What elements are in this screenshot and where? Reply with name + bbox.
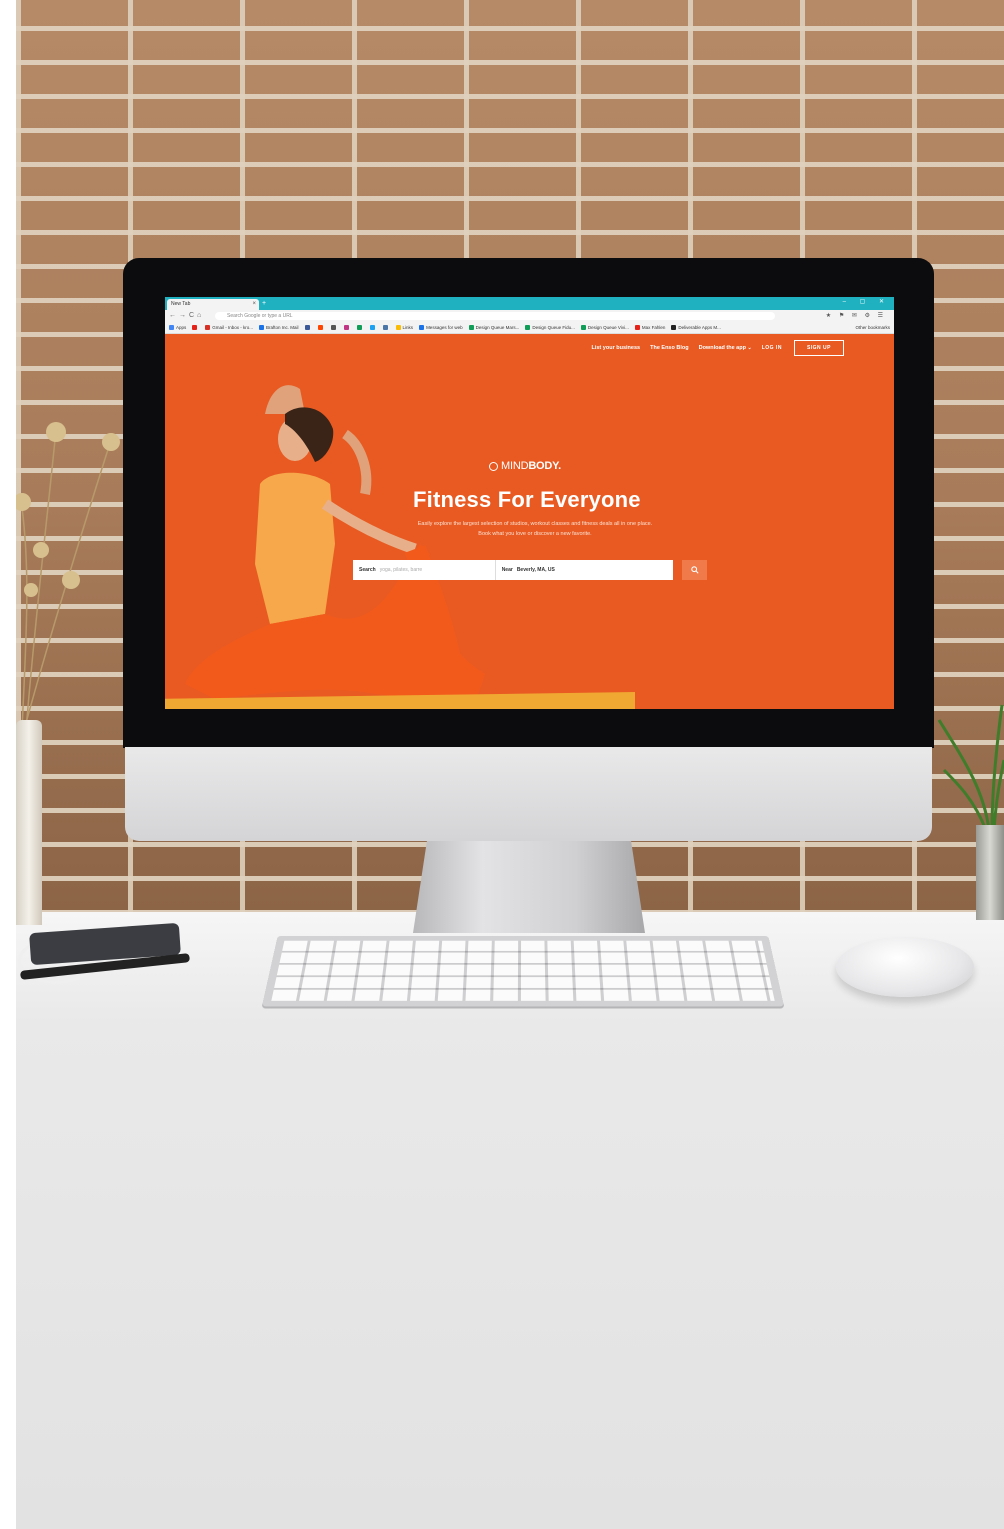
bookmark-favicon-icon [317, 325, 323, 330]
other-bookmarks[interactable]: Other bookmarks [855, 322, 890, 333]
mouse [836, 937, 974, 997]
new-tab-button[interactable]: + [262, 299, 266, 309]
bookmark-item[interactable] [382, 322, 390, 333]
nav-buttons[interactable]: ←→C⌂ [169, 311, 204, 321]
search-label: Search [359, 567, 376, 573]
bookmark-item[interactable]: Design Queue Fidu... [525, 322, 575, 333]
blog-link[interactable]: The Enso Blog [650, 345, 689, 351]
bookmark-label: Links [402, 325, 414, 330]
close-icon[interactable]: × [252, 299, 256, 310]
bookmark-label: Apps [176, 325, 187, 330]
bookmark-item[interactable] [317, 322, 325, 333]
bookmark-label: Design Queue Fidu... [532, 325, 575, 330]
bookmark-favicon-icon [468, 325, 474, 330]
search-button[interactable] [682, 560, 707, 580]
login-link[interactable]: LOG IN [762, 345, 782, 351]
address-bar-row: ←→C⌂ Search Google or type a URL ★ ⚑ ✉ ⚙… [165, 310, 894, 322]
bookmark-label: Design Queue Mars... [475, 325, 520, 330]
search-divider [494, 560, 496, 580]
bookmark-item[interactable]: Design Queue Mars... [468, 322, 520, 333]
near-input[interactable]: Beverly, MA, US [517, 567, 555, 573]
tab-title: New Tab [171, 301, 191, 307]
bookmark-label: Design Queue Vivi... [587, 325, 629, 330]
bookmark-favicon-icon [382, 325, 388, 330]
bookmark-favicon-icon [330, 325, 336, 330]
logo-ring-icon [489, 461, 498, 471]
bookmark-favicon-icon [304, 325, 310, 330]
omnibox-input[interactable]: Search Google or type a URL [215, 312, 775, 320]
window-controls[interactable]: – ▢ ✕ [843, 298, 890, 305]
bookmark-favicon-icon [259, 325, 265, 330]
bookmark-item[interactable]: Apps [169, 322, 186, 333]
mindbody-logo[interactable]: MINDBODY. [489, 460, 561, 472]
bookmark-favicon-icon [169, 325, 174, 330]
bookmark-favicon-icon [634, 325, 640, 330]
search-icon [690, 566, 699, 574]
extension-icons[interactable]: ★ ⚑ ✉ ⚙ ☰ [826, 312, 886, 319]
bookmark-favicon-icon [395, 325, 401, 330]
white-vase [16, 720, 42, 925]
potted-plant [937, 704, 1004, 830]
bookmark-item[interactable]: Links [395, 322, 414, 333]
imac-stand [413, 841, 645, 933]
bookmark-item[interactable]: Gmail - Inbox - kro... [205, 322, 253, 333]
hero-title: Fitness For Everyone [413, 487, 641, 512]
bookmark-item[interactable] [304, 322, 312, 333]
bookmark-item[interactable]: Deliverable Apps M... [671, 322, 721, 333]
signup-button[interactable]: SIGN UP [793, 340, 844, 356]
hero-subtitle: Easily explore the largest selection of … [375, 519, 695, 539]
bookmark-label: Deliverable Apps M... [678, 325, 721, 330]
browser-screen: New Tab × + – ▢ ✕ ←→C⌂ Search Google or … [165, 297, 894, 709]
logo-suffix: BODY. [528, 460, 561, 472]
bookmark-favicon-icon [525, 325, 531, 330]
bookmark-item[interactable]: Max Fahlen [634, 322, 666, 333]
bookmark-favicon-icon [369, 325, 375, 330]
tab-strip: New Tab × + – ▢ ✕ [165, 297, 894, 310]
search-form: Search yoga, pilates, barre Near Beverly… [353, 560, 673, 580]
plant-pot [976, 825, 1004, 920]
bookmark-favicon-icon [205, 325, 211, 330]
hero-subtitle-line2: Book what you love or discover a new fav… [478, 531, 592, 537]
bookmark-favicon-icon [192, 325, 198, 330]
bookmark-favicon-icon [671, 325, 677, 330]
bookmark-label: Messages for web [426, 325, 463, 330]
bookmark-favicon-icon [356, 325, 362, 330]
download-app-label: Download the app [698, 345, 746, 351]
imac-chin [125, 747, 932, 841]
bookmark-label: Gmail - Inbox - kro... [212, 325, 254, 330]
bookmark-item[interactable] [343, 322, 351, 333]
bookmark-item[interactable] [330, 322, 338, 333]
bookmarks-bar: Apps Gmail - Inbox - kro... Brafton Inc. M… [165, 322, 894, 334]
list-business-link[interactable]: List your business [591, 345, 640, 351]
bookmark-item[interactable] [369, 322, 377, 333]
chevron-down-icon: ⌄ [747, 345, 752, 351]
keyboard [261, 935, 785, 1007]
yoga-woman-image [185, 385, 485, 704]
download-app-link[interactable]: Download the app ⌄ [699, 345, 752, 351]
bookmark-favicon-icon [343, 325, 349, 330]
site-nav: List your business The Enso Blog Downloa… [591, 340, 844, 356]
bookmark-favicon-icon [580, 325, 586, 330]
search-input[interactable]: yoga, pilates, barre [380, 567, 495, 573]
bookmark-favicon-icon [419, 325, 425, 330]
bookmark-item[interactable] [356, 322, 364, 333]
near-label: Near [501, 567, 513, 573]
hero-subtitle-line1: Easily explore the largest selection of … [417, 521, 653, 527]
bookmark-item[interactable]: Brafton Inc. Mail [259, 322, 299, 333]
bookmark-label: Max Fahlen [641, 325, 666, 330]
mindbody-page: List your business The Enso Blog Downloa… [165, 334, 894, 709]
bookmark-item[interactable]: Design Queue Vivi... [580, 322, 629, 333]
logo-text: MINDBODY. [501, 460, 561, 472]
dried-flowers [16, 422, 120, 730]
left-border [0, 0, 16, 1529]
browser-tab[interactable]: New Tab × [167, 299, 259, 310]
logo-prefix: MIND [501, 460, 529, 472]
bookmark-label: Brafton Inc. Mail [266, 325, 299, 330]
bookmark-item[interactable] [192, 322, 199, 333]
bookmark-item[interactable]: Messages for web [419, 322, 463, 333]
